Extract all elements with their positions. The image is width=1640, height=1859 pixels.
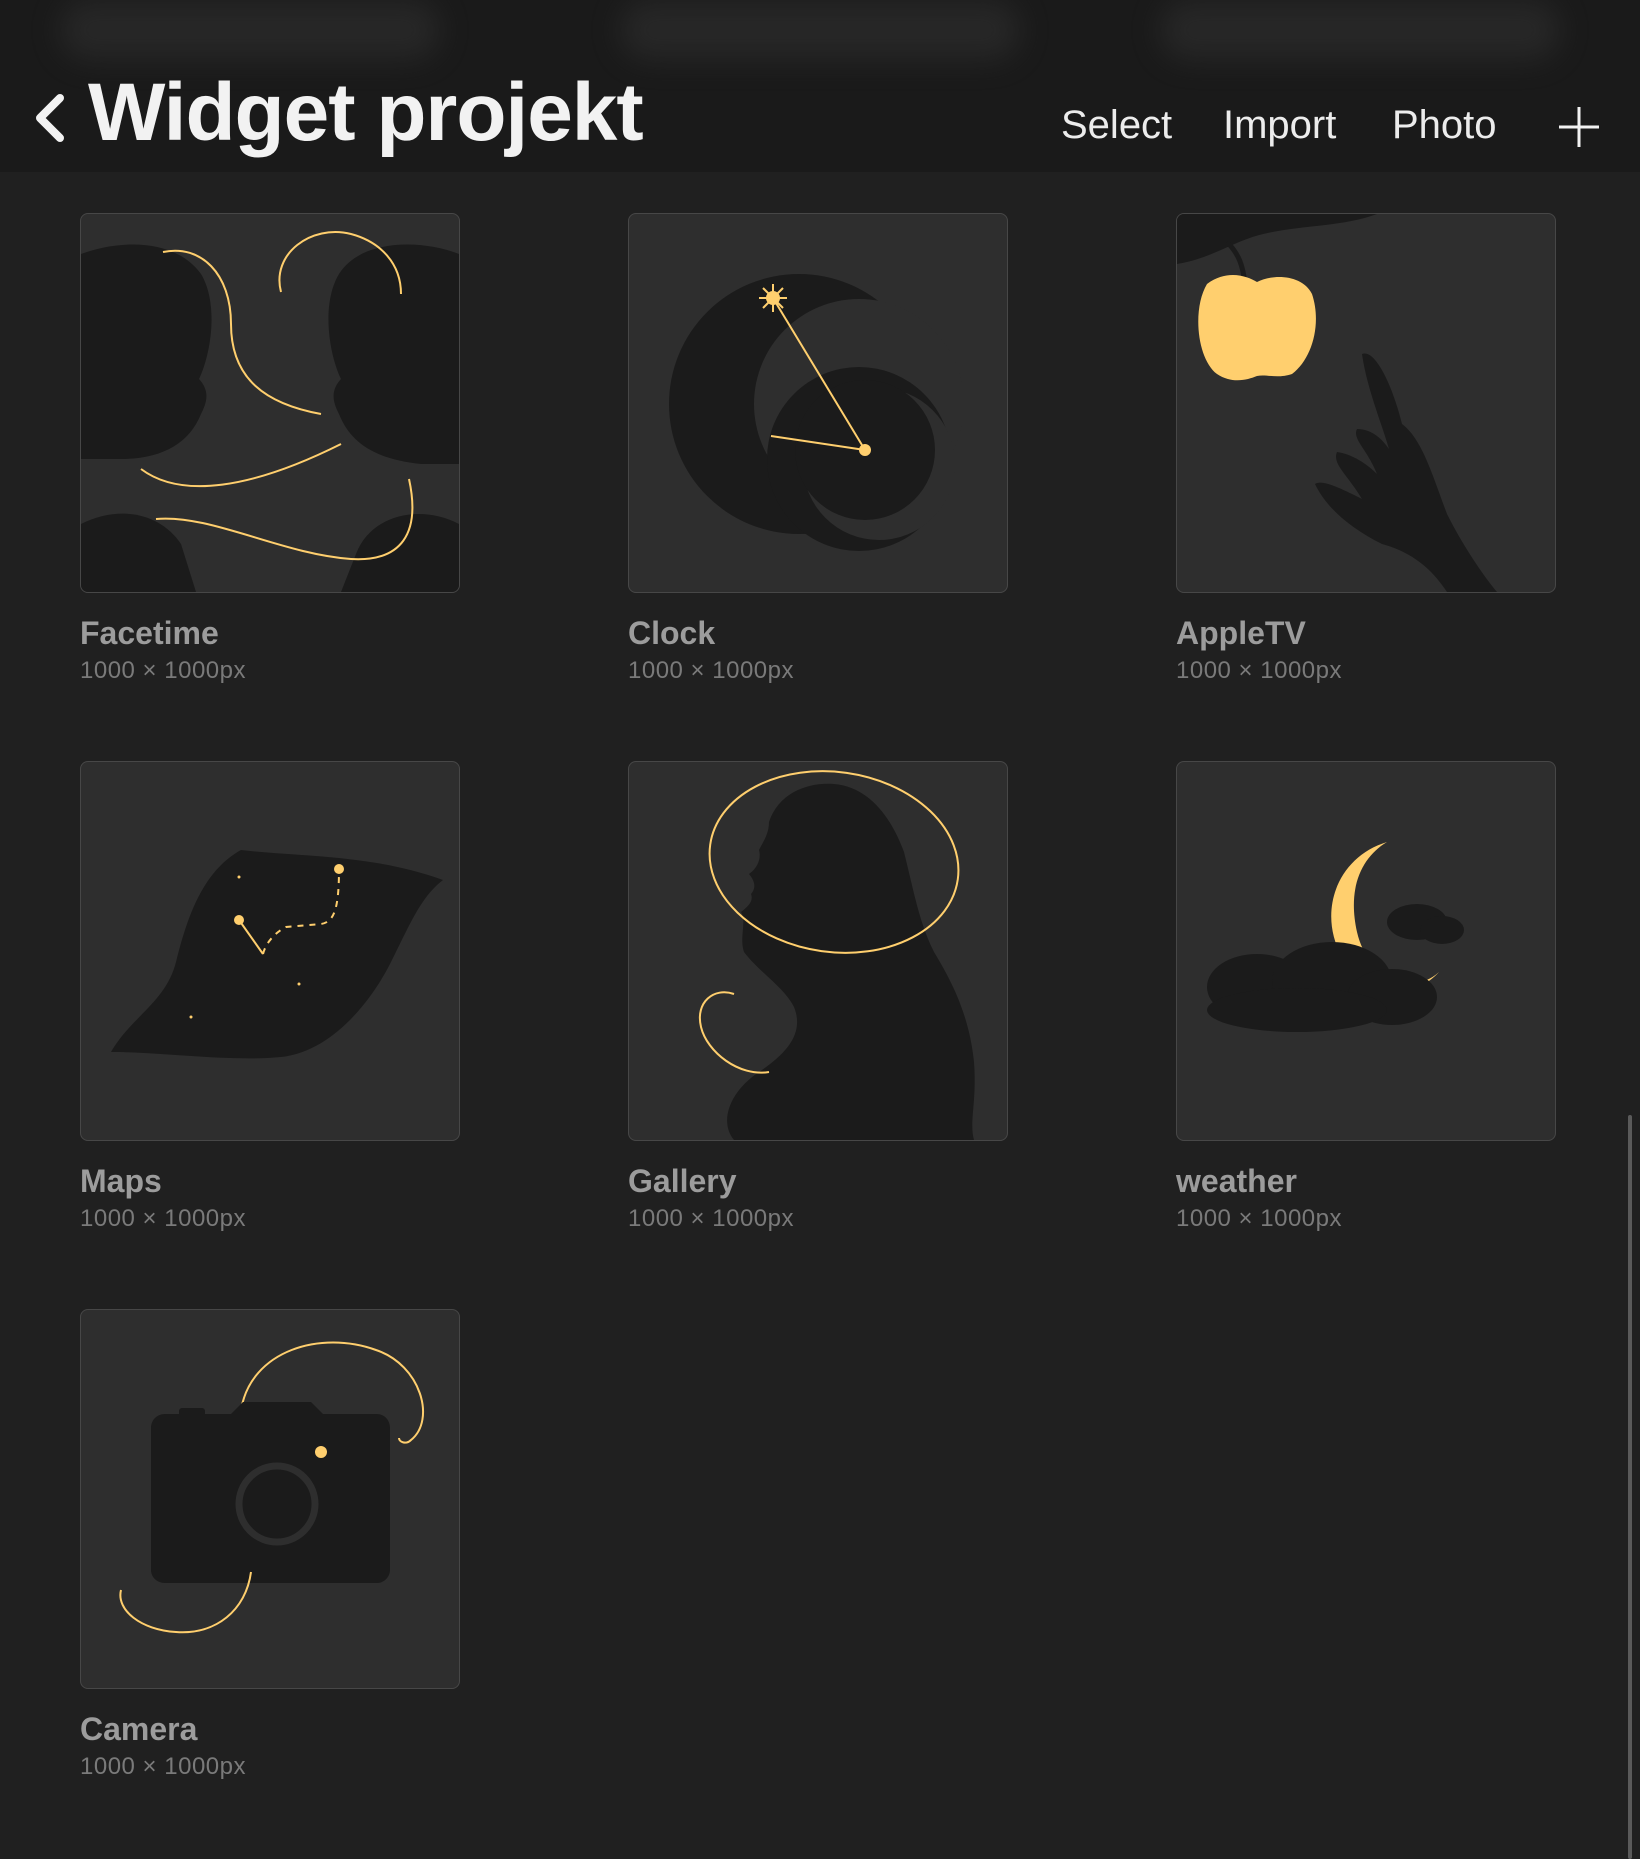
artwork-thumbnail[interactable] bbox=[80, 1309, 460, 1689]
clock-illustration bbox=[669, 274, 964, 551]
map-illustration bbox=[111, 850, 443, 1059]
artwork-title: Gallery bbox=[628, 1163, 737, 1199]
artwork-title: Camera bbox=[80, 1711, 198, 1747]
artwork-title: Facetime bbox=[80, 615, 219, 651]
artwork-thumbnail[interactable] bbox=[1176, 213, 1556, 593]
faces-illustration bbox=[81, 231, 459, 592]
status-bar-blur bbox=[1160, 0, 1560, 60]
artwork-title: Maps bbox=[80, 1163, 162, 1199]
artwork-dimensions: 1000 × 1000px bbox=[80, 1753, 246, 1780]
apple-hand-illustration bbox=[1177, 214, 1497, 592]
artwork-thumbnail[interactable] bbox=[1176, 761, 1556, 1141]
back-button[interactable] bbox=[30, 90, 74, 150]
status-bar-blur bbox=[620, 0, 1020, 60]
artwork-dimensions: 1000 × 1000px bbox=[628, 1205, 794, 1232]
plus-icon bbox=[1559, 107, 1599, 147]
artwork-dimensions: 1000 × 1000px bbox=[1176, 1205, 1342, 1232]
artwork-dimensions: 1000 × 1000px bbox=[80, 1205, 246, 1232]
photo-button[interactable]: Photo bbox=[1392, 103, 1497, 148]
artwork-thumbnail[interactable] bbox=[628, 761, 1008, 1141]
artwork-thumbnail[interactable] bbox=[80, 761, 460, 1141]
artwork-title: AppleTV bbox=[1176, 615, 1306, 651]
scrollbar[interactable] bbox=[1628, 1115, 1632, 1859]
page-title: Widget projekt bbox=[88, 67, 644, 158]
top-bar: Widget projekt Select Import Photo bbox=[0, 0, 1640, 172]
status-bar-blur bbox=[60, 0, 440, 60]
select-button[interactable]: Select bbox=[1061, 103, 1172, 148]
artwork-thumbnail[interactable] bbox=[80, 213, 460, 593]
artwork-title: weather bbox=[1176, 1163, 1297, 1199]
artwork-thumbnail[interactable] bbox=[628, 213, 1008, 593]
artwork-dimensions: 1000 × 1000px bbox=[628, 657, 794, 684]
artwork-dimensions: 1000 × 1000px bbox=[80, 657, 246, 684]
import-button[interactable]: Import bbox=[1223, 103, 1336, 148]
chevron-left-icon bbox=[36, 94, 64, 142]
artwork-dimensions: 1000 × 1000px bbox=[1176, 657, 1342, 684]
artwork-title: Clock bbox=[628, 615, 716, 651]
portrait-illustration bbox=[698, 770, 975, 1140]
moon-clouds-illustration bbox=[1207, 842, 1464, 1032]
camera-illustration bbox=[119, 1341, 425, 1634]
add-button[interactable] bbox=[1558, 106, 1600, 148]
